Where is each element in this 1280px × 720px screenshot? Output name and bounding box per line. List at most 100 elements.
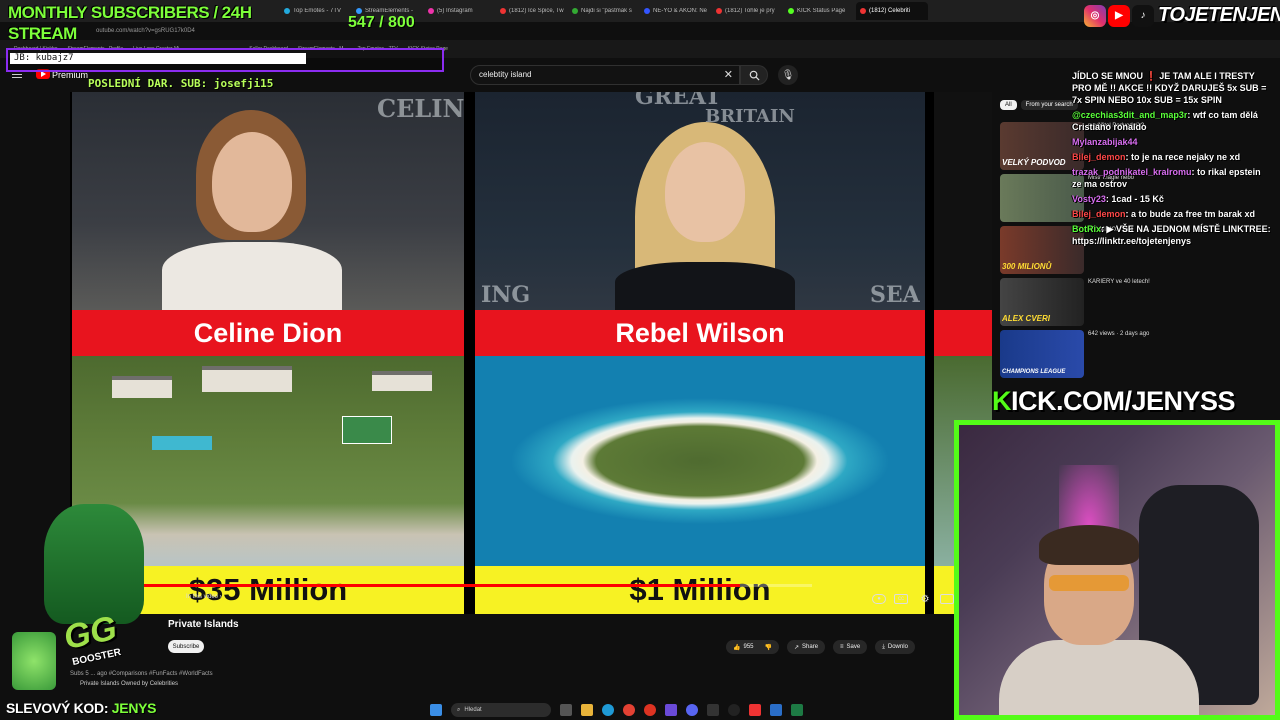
chat-user: BotRix bbox=[1072, 224, 1101, 234]
thumbs-up-icon: 👍 bbox=[733, 644, 741, 651]
rec-title: KARIERY ve 40 letech! bbox=[1088, 279, 1150, 285]
backdrop-lettering: CELINE bbox=[377, 94, 464, 123]
chat-message: Bilej_demon: a to bude za free tm barak … bbox=[1072, 208, 1272, 220]
island-photo bbox=[475, 356, 925, 566]
browser-tab[interactable]: Najdi si "pastmak s bbox=[568, 8, 640, 14]
task-view-icon[interactable] bbox=[560, 704, 572, 716]
recommendation-item[interactable]: ALEX CVERI KARIERY ve 40 letech! bbox=[1000, 278, 1200, 330]
chat-user: trazak_podnikatel_kralromu bbox=[1072, 167, 1192, 177]
search-value: celebtity island bbox=[479, 70, 532, 79]
subscribe-button[interactable]: Subscribe bbox=[168, 640, 204, 653]
browser-tab[interactable]: KICK Status Page bbox=[784, 8, 856, 14]
recommendation-item[interactable]: CHAMPIONS LEAGUE 642 views · 2 days ago bbox=[1000, 330, 1200, 382]
share-button[interactable]: ↗ Share bbox=[786, 640, 826, 654]
overlay-last-sub: POSLEDNÍ DAR. SUB: josefji15 bbox=[88, 77, 274, 90]
overlay-chat: JÍDLO SE MNOU ❗ JE TAM ALE I TRESTY PRO … bbox=[1072, 70, 1272, 250]
download-button[interactable]: ⤓ Downlo bbox=[875, 640, 915, 654]
tab-label: Najdi si "pastmak s bbox=[581, 8, 632, 14]
thumbs-down-icon[interactable]: 👎 bbox=[765, 644, 772, 651]
chat-text: : a to bude za free tm barak xd bbox=[1125, 209, 1256, 219]
overlay-subscriber-goal: MONTHLY SUBSCRIBERS / 24H STREAM bbox=[8, 2, 252, 44]
body-shape bbox=[162, 242, 342, 312]
settings-gear-icon[interactable]: ⚙ bbox=[918, 594, 932, 605]
browser-tab[interactable]: Top Emotes - 7TV bbox=[280, 8, 352, 14]
like-button[interactable]: 👍 955 👎 bbox=[726, 640, 779, 654]
like-count: 955 bbox=[743, 644, 754, 650]
pool-shape bbox=[152, 436, 212, 450]
browser-tab[interactable]: (5) Instagram bbox=[424, 8, 496, 14]
discount-label: SLEVOVÝ KOD: bbox=[6, 700, 109, 716]
tab-favicon-icon bbox=[500, 8, 506, 14]
tab-favicon-icon bbox=[572, 8, 578, 14]
chat-message: Vosty23: 1cad - 15 Kč bbox=[1072, 193, 1272, 205]
video-player[interactable]: CELINE Celine Dion $35 Million GREAT BRI… bbox=[70, 92, 992, 614]
browser-tab[interactable]: NE-YO & AKON: Ne bbox=[640, 8, 712, 14]
app-icon[interactable] bbox=[749, 704, 761, 716]
rec-caption: CHAMPIONS LEAGUE bbox=[1002, 369, 1066, 375]
next-namebar bbox=[934, 310, 992, 356]
screen: Top Emotes - 7TV StreamElements - (5) In… bbox=[0, 0, 1280, 720]
opera-icon[interactable] bbox=[644, 704, 656, 716]
chat-text: JÍDLO SE MNOU ❗ JE TAM ALE I TRESTY PRO … bbox=[1072, 71, 1267, 105]
share-label: Share bbox=[802, 644, 819, 650]
tab-label: KICK Status Page bbox=[797, 8, 846, 14]
taskbar-search[interactable]: ⌕ Hledat bbox=[451, 703, 551, 717]
video-progress-bar[interactable] bbox=[92, 584, 812, 587]
save-label: Save bbox=[846, 644, 861, 650]
overlay-subs-line1: MONTHLY SUBSCRIBERS / 24H bbox=[8, 3, 252, 22]
discord-icon[interactable] bbox=[686, 704, 698, 716]
video-actions: 👍 955 👎 ↗ Share ≡ Save ⤓ Downlo bbox=[726, 640, 915, 654]
kick-rest: ICK.COM/JENYSS bbox=[1011, 386, 1236, 416]
streamer-hair-shape bbox=[1039, 525, 1139, 565]
miniplayer-icon[interactable] bbox=[940, 594, 954, 604]
house-shape bbox=[112, 376, 172, 398]
tab-label: (1812) Tohle je prý bbox=[725, 8, 775, 14]
rec-caption: ALEX CVERI bbox=[1002, 314, 1051, 323]
tab-favicon-icon bbox=[716, 8, 722, 14]
overlay-kick-url: KICK.COM/JENYSS bbox=[992, 386, 1236, 417]
notes-icon[interactable] bbox=[770, 704, 782, 716]
chat-message: Bilej_demon: to je na rece nejaky ne xd bbox=[1072, 151, 1272, 163]
streamer-body-shape bbox=[999, 640, 1199, 715]
search-icon bbox=[749, 70, 760, 81]
rec-caption: 300 MILIONŮ bbox=[1002, 262, 1052, 271]
tab-label: (1812) Ice Spice, Tw bbox=[509, 8, 564, 14]
close-icon[interactable]: ✕ bbox=[724, 66, 733, 84]
search-button[interactable] bbox=[740, 65, 768, 85]
edge-icon[interactable] bbox=[602, 704, 614, 716]
tab-favicon-icon bbox=[644, 8, 650, 14]
celebrity-name: Celine Dion bbox=[72, 310, 464, 356]
chat-user: @czechias3dit_and_map3r bbox=[1072, 110, 1188, 120]
obs-icon[interactable] bbox=[728, 704, 740, 716]
save-icon: ≡ bbox=[840, 644, 844, 650]
file-explorer-icon[interactable] bbox=[581, 704, 593, 716]
app-icon[interactable] bbox=[665, 704, 677, 716]
chrome-icon[interactable] bbox=[623, 704, 635, 716]
excel-icon[interactable] bbox=[791, 704, 803, 716]
windows-start-icon[interactable] bbox=[430, 704, 442, 716]
browser-tab[interactable]: (1812) Tohle je prý bbox=[712, 8, 784, 14]
chat-user: Bilej_demon bbox=[1072, 152, 1126, 162]
tab-label: NE-YO & AKON: Ne bbox=[653, 8, 708, 14]
chat-message: Mylanzabijak44 bbox=[1072, 136, 1272, 148]
app-icon[interactable] bbox=[707, 704, 719, 716]
autoplay-toggle-icon[interactable]: ● bbox=[872, 594, 886, 604]
overlay-alert-text: JB: kubajz7 bbox=[10, 53, 306, 64]
overlay-alert-box: JB: kubajz7 bbox=[6, 48, 444, 72]
chip-from-your-search[interactable]: From your search bbox=[1020, 100, 1078, 110]
search-input[interactable]: celebtity island ✕ bbox=[470, 65, 740, 85]
share-icon: ↗ bbox=[793, 644, 800, 651]
microphone-icon[interactable]: 🎙 bbox=[778, 65, 798, 85]
in-this-video-button[interactable]: In this video › bbox=[186, 594, 222, 600]
browser-tab-active[interactable]: (1812) Celebriti bbox=[856, 2, 928, 20]
chip-all[interactable]: All bbox=[1000, 100, 1017, 110]
tab-favicon-icon bbox=[788, 8, 794, 14]
sunglasses-shape bbox=[1049, 575, 1129, 591]
captions-icon[interactable]: cc bbox=[894, 594, 908, 604]
browser-tab[interactable]: (1812) Ice Spice, Tw bbox=[496, 8, 568, 14]
save-button[interactable]: ≡ Save bbox=[833, 640, 868, 654]
next-photo bbox=[934, 92, 992, 310]
backdrop-lettering: SEA bbox=[870, 282, 920, 308]
price-label: $1 Million bbox=[475, 566, 925, 614]
celebrity-photo: GREAT BRITAIN ING SEA bbox=[475, 92, 925, 312]
